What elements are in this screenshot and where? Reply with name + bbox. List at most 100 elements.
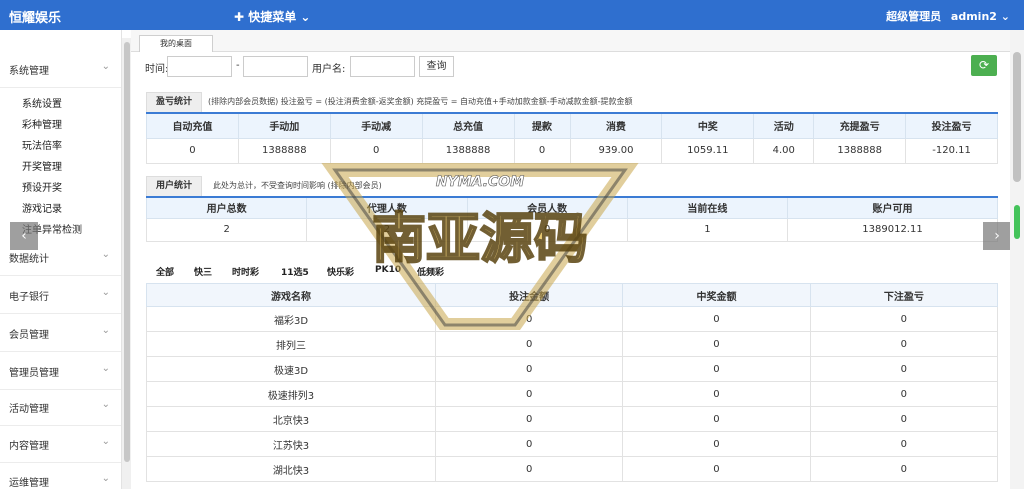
table-cell: 1388888 (421, 137, 515, 164)
profit-section: 盈亏统计 (排除内部会员数据) 投注盈亏 = (投注消费金额-返奖金额) 充提盈… (146, 92, 998, 164)
username-input[interactable] (350, 56, 415, 77)
table-cell: 0 (809, 381, 999, 407)
tab-lowfreq[interactable]: 低频彩 (417, 265, 444, 278)
games-table: 游戏名称 投注金额 中奖金额 下注盈亏 福彩3D 0 0 0 排列三 0 0 0 极速3D 0 0 0… (146, 283, 999, 482)
range-dash: - (236, 60, 240, 71)
sidebar-group-ops[interactable]: 运维管理 ⌄ (0, 462, 121, 489)
sidebar: 系统管理 ⌄ 系统设置 彩种管理 玩法倍率 开奖管理 预设开奖 游戏记录 注单异常… (0, 30, 122, 489)
col-header: 总充值 (421, 112, 515, 139)
sidebar-item-system-settings[interactable]: 系统设置 (22, 95, 62, 110)
profit-label: 盈亏统计 (146, 92, 203, 112)
sidebar-item-game-records[interactable]: 游戏记录 (22, 200, 62, 215)
table-row: 湖北快3 0 0 0 (146, 456, 999, 482)
table-cell: 0 (434, 306, 624, 332)
sidebar-group-system[interactable]: 系统管理 ⌄ (0, 50, 121, 88)
user-role: 超级管理员 (886, 10, 942, 23)
col-header: 中奖 (661, 112, 755, 139)
sidebar-scroll-thumb[interactable] (124, 42, 130, 462)
end-time-input[interactable] (243, 56, 308, 77)
main-scroll-thumb[interactable] (1013, 52, 1021, 182)
table-row: 2 2 0 1 1389012.11 (145, 217, 998, 242)
sidebar-item-odds[interactable]: 玩法倍率 (22, 137, 62, 152)
sidebar-item-lottery-manage[interactable]: 彩种管理 (22, 116, 62, 131)
arrow-left-icon: ‹ (21, 228, 27, 244)
table-cell: 江苏快3 (146, 431, 436, 457)
prev-arrow-button[interactable]: ‹ (10, 222, 38, 250)
sidebar-item-draw-manage[interactable]: 开奖管理 (22, 158, 62, 173)
chevron-down-icon: ⌄ (101, 249, 110, 260)
user-stats-section: 用户统计 此处为总计，不受查询时间影响 (排除内部会员) 用户总数 代理人数 会… (145, 176, 998, 242)
table-cell: 0 (434, 356, 624, 382)
table-cell: 0 (809, 331, 999, 357)
profit-note: (排除内部会员数据) 投注盈亏 = (投注消费金额-返奖金额) 充提盈亏 = 自… (208, 97, 633, 106)
table-cell: 0 (434, 406, 624, 432)
table-cell: 0 (329, 137, 423, 164)
sidebar-group-activity[interactable]: 活动管理 ⌄ (0, 388, 121, 426)
table-row: 极速排列3 0 0 0 (146, 381, 999, 407)
table-cell: 北京快3 (146, 406, 436, 432)
top-bar: 恒耀娱乐 ✚ 快捷菜单 ⌄ 超级管理员 admin2 ⌄ (0, 0, 1024, 30)
next-arrow-button[interactable]: › (983, 222, 1011, 250)
col-header: 充提盈亏 (813, 112, 907, 139)
sidebar-group-admins[interactable]: 管理员管理 ⌄ (0, 352, 121, 390)
sidebar-group-ebank[interactable]: 电子银行 ⌄ (0, 276, 121, 314)
col-header: 投注金额 (434, 283, 624, 307)
sidebar-group-members[interactable]: 会员管理 ⌄ (0, 314, 121, 352)
table-cell: 1389012.11 (787, 217, 998, 242)
chevron-down-icon: ⌄ (1000, 10, 1010, 23)
col-header: 活动 (753, 112, 815, 139)
table-cell: 0 (146, 137, 239, 164)
table-cell: 湖北快3 (146, 456, 436, 482)
table-cell: 福彩3D (146, 306, 436, 332)
refresh-icon: ⟳ (978, 58, 990, 72)
col-header: 自动充值 (146, 112, 239, 139)
chevron-down-icon: ⌄ (101, 325, 110, 336)
table-cell: 0 (622, 306, 811, 332)
col-header: 账户可用 (787, 196, 998, 219)
table-cell: 0 (809, 456, 999, 482)
tab-all[interactable]: 全部 (156, 265, 174, 278)
col-header: 代理人数 (306, 196, 468, 219)
sidebar-group-content[interactable]: 内容管理 ⌄ (0, 425, 121, 463)
table-cell: 0 (434, 331, 624, 357)
user-menu[interactable]: 超级管理员 admin2 ⌄ (886, 8, 1010, 24)
tab-ssc[interactable]: 时时彩 (232, 265, 259, 278)
arrow-right-icon: › (994, 228, 1000, 244)
user-stats-label: 用户统计 (146, 176, 203, 196)
tab-11x5[interactable]: 11选5 (281, 265, 309, 278)
user-name[interactable]: admin2 (951, 10, 997, 23)
refresh-button[interactable]: ⟳ (971, 55, 997, 76)
query-button[interactable]: 查询 (419, 56, 454, 77)
table-header-row: 游戏名称 投注金额 中奖金额 下注盈亏 (146, 283, 999, 307)
table-header-row: 用户总数 代理人数 会员人数 当前在线 账户可用 (145, 196, 998, 219)
brand-title: 恒耀娱乐 (9, 11, 62, 26)
tab-k3[interactable]: 快三 (194, 265, 212, 278)
table-cell: 排列三 (146, 331, 436, 357)
table-row: 排列三 0 0 0 (146, 331, 999, 357)
tab-kl[interactable]: 快乐彩 (327, 265, 354, 278)
table-header-row: 自动充值 手动加 手动减 总充值 提款 消费 中奖 活动 充提盈亏 投注盈亏 (146, 112, 998, 139)
scroll-indicator (1014, 205, 1020, 239)
chevron-down-icon: ⌄ (101, 61, 110, 72)
sidebar-item-preset-draw[interactable]: 预设开奖 (22, 179, 62, 194)
col-header: 投注盈亏 (905, 112, 998, 139)
game-category-tabs: 全部 快三 时时彩 11选5 快乐彩 PK10 低频彩 (146, 262, 998, 283)
table-cell: 0 (513, 137, 571, 164)
table-row: 北京快3 0 0 0 (146, 406, 999, 432)
table-cell: 2 (306, 217, 468, 242)
table-cell: 极速3D (146, 356, 436, 382)
quick-menu-button[interactable]: ✚ 快捷菜单 ⌄ (234, 8, 310, 25)
table-cell: 0 (622, 331, 811, 357)
chevron-down-icon: ⌄ (101, 363, 110, 374)
table-row: 极速3D 0 0 0 (146, 356, 999, 382)
chevron-down-icon: ⌄ (101, 436, 110, 447)
tab-my-desktop[interactable]: 我的桌面 (139, 35, 213, 52)
tab-pk10[interactable]: PK10 (375, 265, 401, 275)
games-table-body: 福彩3D 0 0 0 排列三 0 0 0 极速3D 0 0 0 极速排列3 0 0 0 北京快3 0 0 0 江苏快3 0… (146, 306, 999, 482)
chevron-down-icon: ⌄ (101, 287, 110, 298)
chevron-down-icon: ⌄ (101, 473, 110, 484)
table-cell: 4.00 (753, 137, 815, 164)
start-time-input[interactable] (167, 56, 232, 77)
chevron-down-icon: ⌄ (101, 399, 110, 410)
table-cell: 0 (809, 406, 999, 432)
